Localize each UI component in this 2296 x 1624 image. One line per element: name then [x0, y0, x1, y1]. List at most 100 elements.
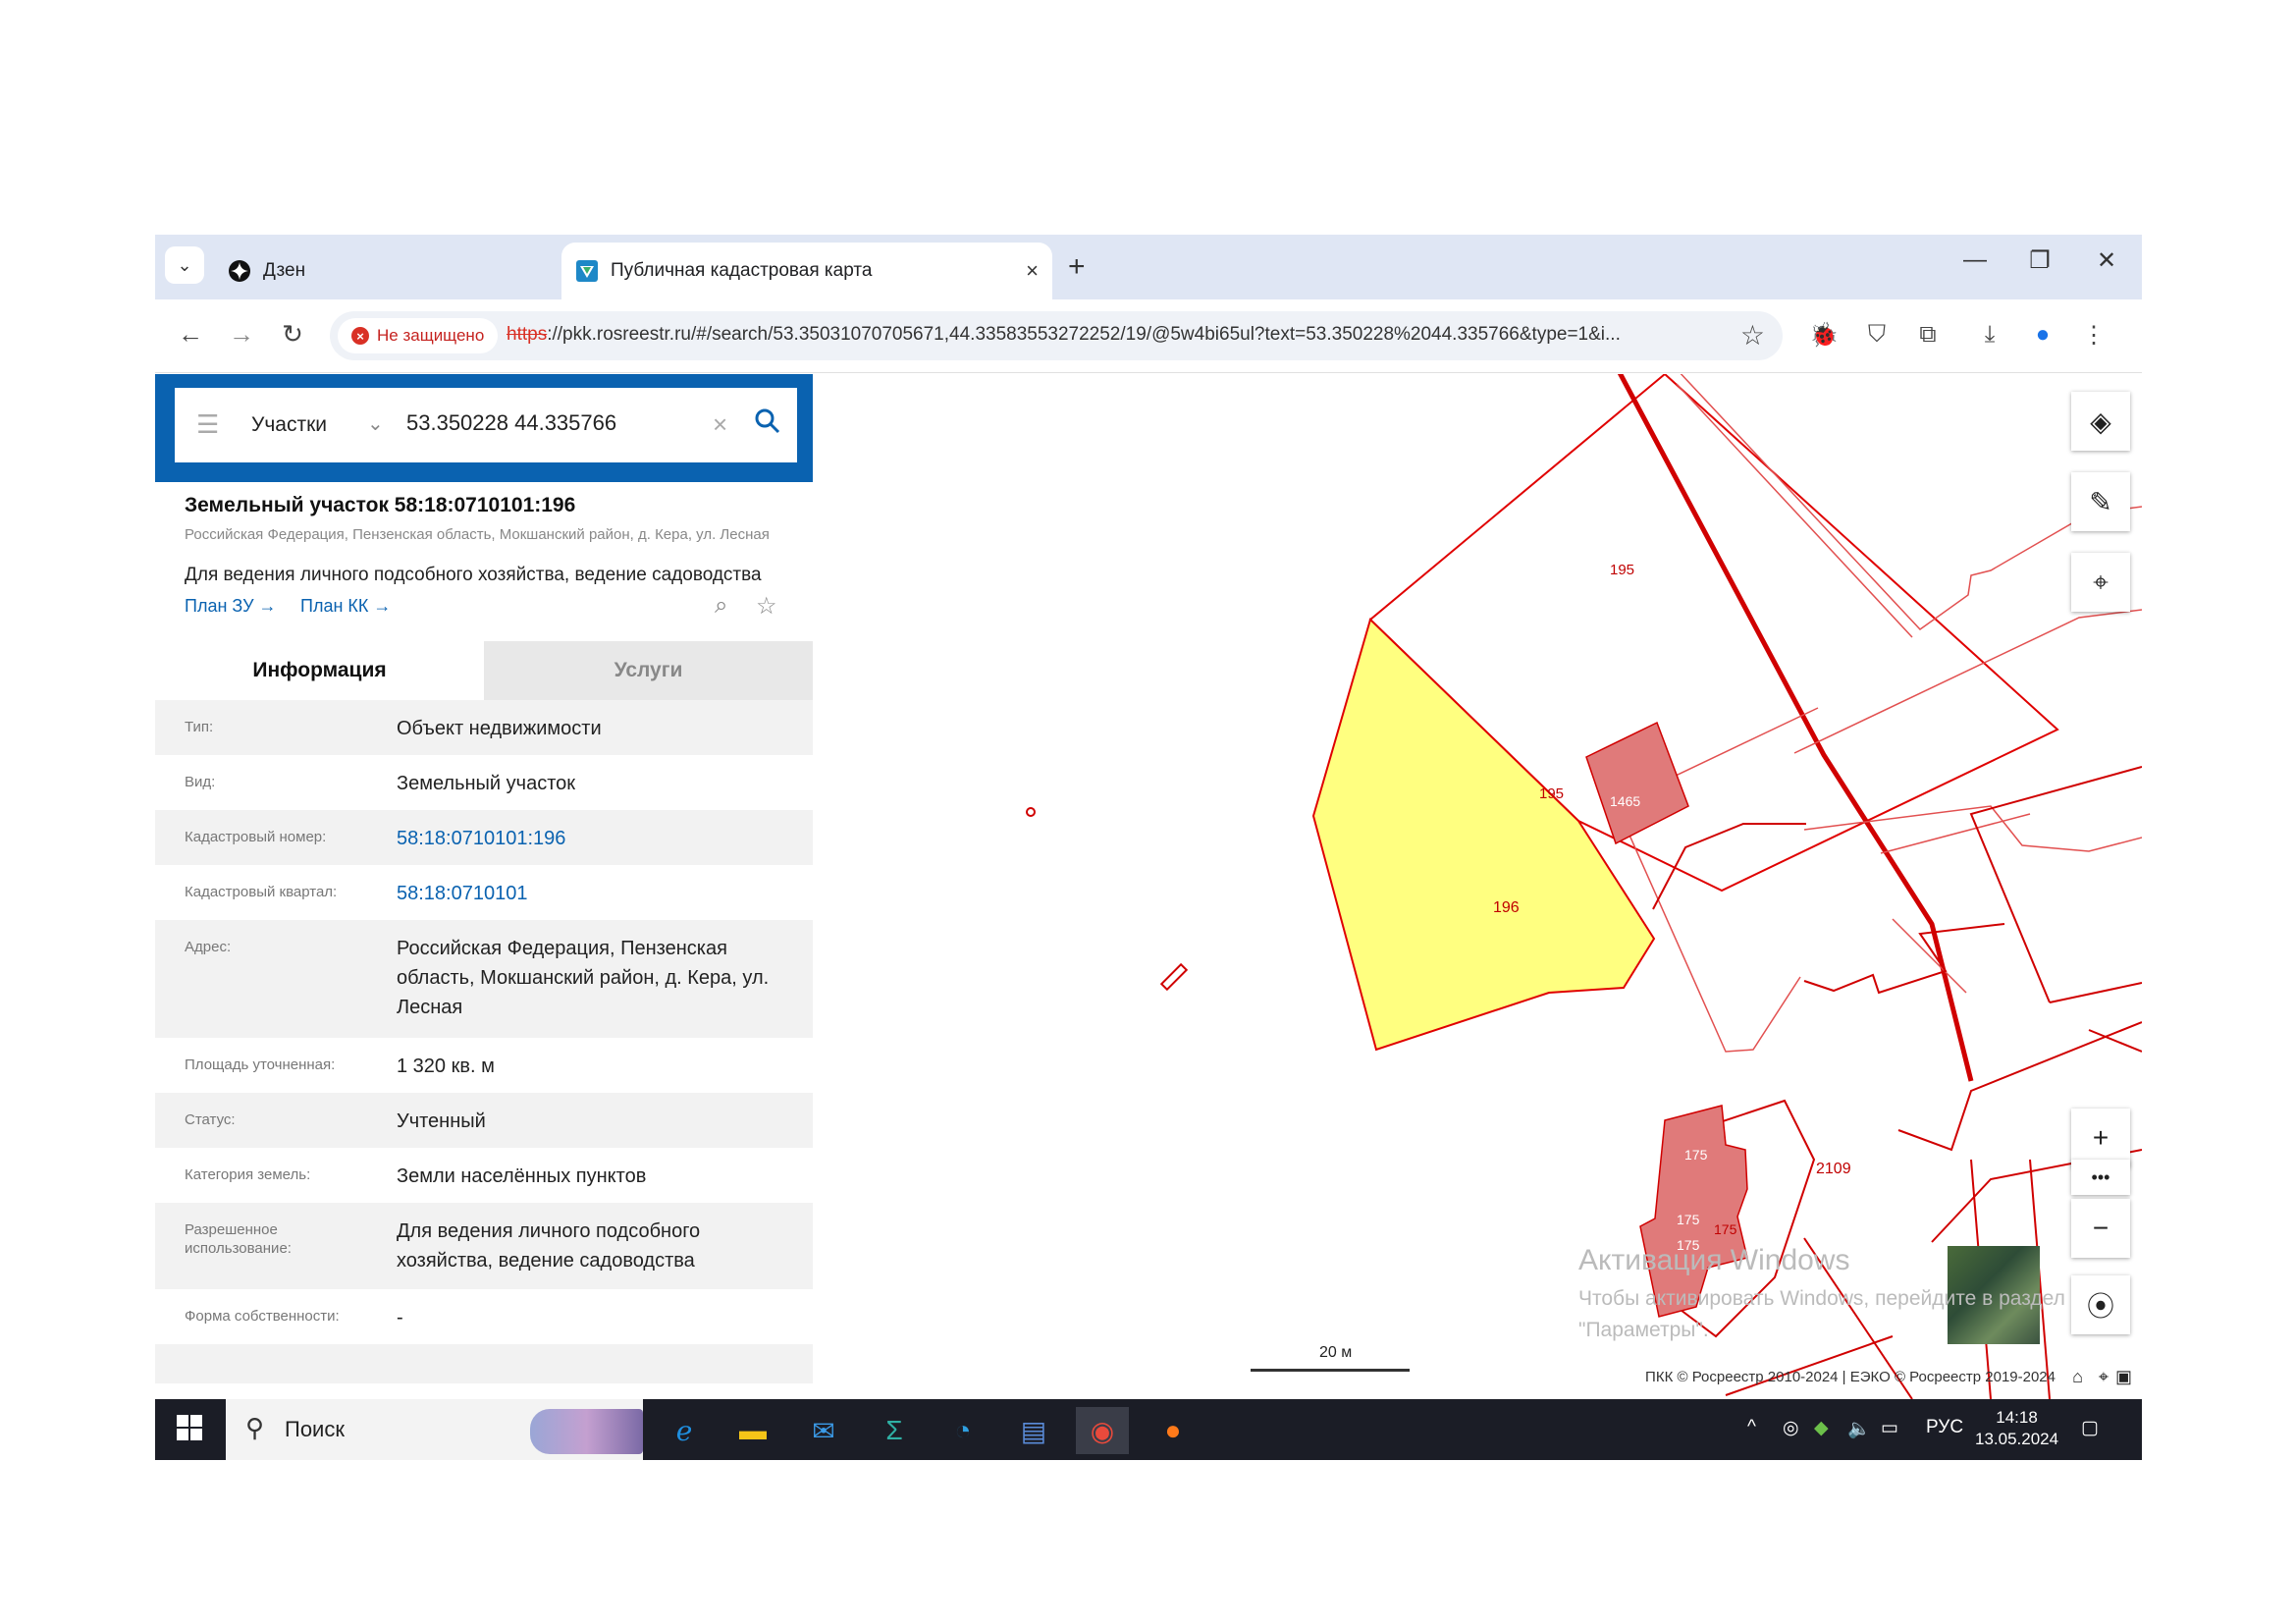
- map-area[interactable]: 196 195 195 1465 175 175 175 175 2109 ◈ …: [813, 374, 2142, 1399]
- label-195: 195: [1610, 562, 1634, 578]
- bookmark-star-icon[interactable]: ☆: [1740, 319, 1765, 352]
- tray-expand-icon[interactable]: ^: [1747, 1417, 1756, 1438]
- attribute-row: Разрешенное использование: Для ведения ли…: [155, 1203, 813, 1289]
- home-icon[interactable]: ⌂: [2072, 1367, 2083, 1387]
- search-panel: ☰ Участки ⌄ × ‹: [155, 374, 834, 482]
- attribute-label: Разрешенное использование:: [185, 1221, 292, 1257]
- parcel-title: Земельный участок 58:18:0710101:196: [185, 494, 576, 516]
- clear-icon[interactable]: ×: [713, 409, 727, 440]
- kaspersky-icon[interactable]: ◆: [1814, 1417, 1829, 1439]
- clock-date: 13.05.2024: [1975, 1430, 2059, 1448]
- zoom-out-button[interactable]: −: [2071, 1199, 2130, 1258]
- language-indicator[interactable]: РУС: [1926, 1417, 1963, 1438]
- profile-icon[interactable]: ●: [2026, 321, 2059, 349]
- chevron-down-icon: ⌄: [177, 254, 192, 275]
- scale-label: 20 м: [1319, 1344, 1353, 1361]
- attribute-value: Земли населённых пунктов: [397, 1165, 647, 1187]
- attribute-row: Кадастровый номер: 58:18:0710101:196: [155, 810, 813, 865]
- search-type-select[interactable]: Участки: [251, 413, 327, 437]
- taskbar-search-placeholder: Поиск: [285, 1417, 345, 1441]
- attribute-row: Форма собственности: -: [155, 1289, 813, 1344]
- tab-services[interactable]: Услуги: [484, 641, 813, 700]
- attribute-value-link[interactable]: 58:18:0710101: [397, 879, 789, 908]
- tab-information[interactable]: Информация: [155, 641, 484, 700]
- layers-button[interactable]: ◈: [2071, 392, 2130, 451]
- file-explorer-icon[interactable]: ▬: [726, 1407, 779, 1454]
- attribute-value: Для ведения личного подсобного хозяйства…: [397, 1220, 701, 1272]
- close-window-icon[interactable]: ✕: [2087, 246, 2126, 275]
- security-chip[interactable]: × Не защищено: [338, 318, 499, 353]
- notifications-icon[interactable]: ▢: [2081, 1417, 2099, 1439]
- parcel-use: Для ведения личного подсобного хозяйства…: [185, 565, 762, 585]
- windows-watermark-title: Активация Windows: [1578, 1244, 1850, 1276]
- hamburger-icon[interactable]: ☰: [196, 409, 219, 440]
- road-line: [1617, 374, 1974, 1082]
- fullscreen-icon[interactable]: ▣: [2115, 1367, 2132, 1387]
- building-1465: [1585, 721, 1689, 845]
- sigma-app-icon[interactable]: Σ: [868, 1407, 921, 1454]
- crosshair-small-icon[interactable]: ⌖: [2099, 1367, 2109, 1387]
- volume-icon[interactable]: 🔈: [1847, 1417, 1871, 1440]
- attribute-label: Категория земель:: [185, 1166, 311, 1183]
- attribute-value-link[interactable]: 58:18:0710101:196: [397, 824, 789, 853]
- mail-icon[interactable]: ✉: [797, 1407, 850, 1454]
- attribute-row: Вид: Земельный участок: [155, 755, 813, 810]
- firefox-icon[interactable]: ●: [1147, 1407, 1200, 1454]
- reload-icon[interactable]: ↻: [275, 319, 310, 350]
- attribute-value: Учтенный: [397, 1110, 486, 1132]
- attribute-row: [155, 1344, 813, 1383]
- download-icon[interactable]: ⤓: [1973, 321, 2006, 349]
- attribute-row: Площадь уточненная: 1 320 кв. м: [155, 1038, 813, 1093]
- extension-icon[interactable]: 🐞: [1807, 321, 1841, 350]
- minimize-icon[interactable]: —: [1955, 246, 1995, 274]
- rosreestr-icon: [575, 259, 599, 283]
- attribute-row: Категория земель: Земли населённых пункто…: [155, 1148, 813, 1203]
- chrome-icon[interactable]: ◉: [1076, 1407, 1129, 1454]
- save-app-icon[interactable]: ▤: [1007, 1407, 1060, 1454]
- measure-button[interactable]: ✎: [2071, 472, 2130, 531]
- zoom-to-icon[interactable]: ⌕: [715, 592, 727, 620]
- menu-icon[interactable]: ⋮: [2077, 321, 2110, 350]
- shield-extension-icon[interactable]: ⛉: [1860, 321, 1894, 349]
- zoom-in-button[interactable]: +: [2071, 1109, 2130, 1167]
- windows-start-icon[interactable]: [177, 1415, 202, 1447]
- new-tab-button[interactable]: +: [1068, 250, 1086, 284]
- plan-zu-link[interactable]: План ЗУ →: [185, 596, 277, 617]
- back-icon[interactable]: ←: [173, 319, 208, 350]
- chevron-down-icon[interactable]: ⌄: [367, 411, 384, 436]
- windows-watermark-text: Чтобы активировать Windows, перейдите в …: [1578, 1287, 2065, 1341]
- panel-tabs: Информация Услуги: [155, 641, 813, 700]
- search-icon[interactable]: [754, 407, 781, 442]
- edge-legacy-icon[interactable]: ℯ: [658, 1407, 711, 1454]
- tab-search-button[interactable]: ⌄: [165, 246, 204, 284]
- attribute-value: Российская Федерация, Пензенская область…: [397, 938, 770, 1018]
- url-text[interactable]: https://pkk.rosreestr.ru/#/search/53.350…: [507, 324, 1714, 346]
- more-button[interactable]: •••: [2071, 1160, 2130, 1195]
- edge-icon[interactable]: ◔: [936, 1407, 989, 1454]
- puzzle-icon[interactable]: ⧉: [1911, 321, 1945, 349]
- tab-label: Дзен: [263, 260, 306, 281]
- search-input[interactable]: [404, 409, 703, 437]
- taskbar-search[interactable]: ⚲ Поиск: [226, 1399, 643, 1460]
- close-icon[interactable]: ×: [1026, 258, 1039, 284]
- plan-kk-link[interactable]: План КК →: [300, 596, 391, 617]
- attribute-value: Объект недвижимости: [397, 718, 602, 739]
- attribute-value: 1 320 кв. м: [397, 1056, 495, 1077]
- attribute-label: Форма собственности:: [185, 1308, 340, 1325]
- favorite-star-icon[interactable]: ☆: [756, 592, 777, 621]
- attribute-label: Вид:: [185, 774, 216, 790]
- url-rest: ://pkk.rosreestr.ru/#/search/53.35031070…: [547, 324, 1621, 345]
- attribute-label: Площадь уточненная:: [185, 1056, 336, 1073]
- forward-icon[interactable]: →: [224, 319, 259, 350]
- restore-icon[interactable]: ❐: [2020, 246, 2059, 275]
- cadastral-map[interactable]: 196 195 195 1465 175 175 175 175 2109: [813, 374, 2142, 1399]
- locate-button[interactable]: ⌖: [2071, 553, 2130, 612]
- windows-taskbar: ⚲ Поиск ℯ ▬ ✉ Σ ◔ ▤ ◉ ● ^ ◎ ◆ 🔈 ▭ РУС 14…: [155, 1399, 2142, 1460]
- meet-icon[interactable]: ◎: [1783, 1417, 1799, 1439]
- address-bar[interactable]: × Не защищено https://pkk.rosreestr.ru/#…: [330, 311, 1783, 360]
- network-icon[interactable]: ▭: [1881, 1417, 1898, 1439]
- plus-icon: +: [2092, 1122, 2109, 1153]
- clock[interactable]: 14:18 13.05.2024: [1975, 1407, 2058, 1450]
- parcel-line: [1803, 923, 2005, 995]
- tab-pkk[interactable]: Публичная кадастровая карта ×: [561, 243, 1052, 299]
